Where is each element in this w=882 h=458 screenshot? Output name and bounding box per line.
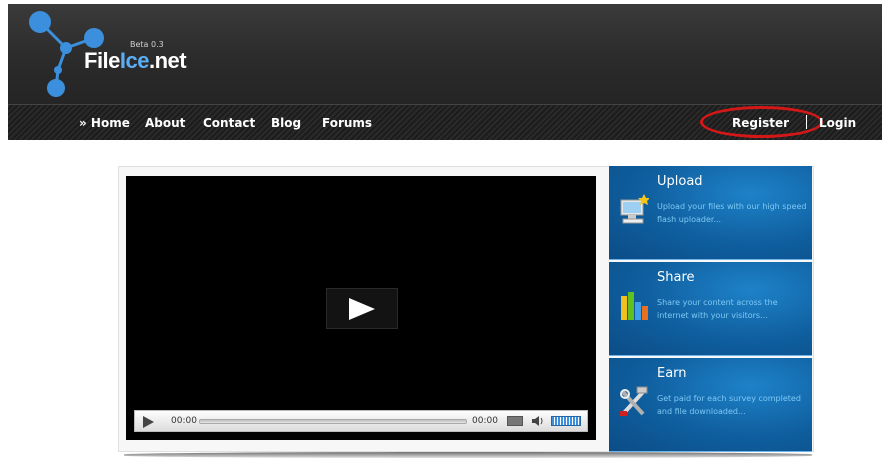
nav-divider [806, 115, 807, 129]
time-total: 00:00 [472, 416, 498, 426]
site-logo[interactable]: Beta 0.3 FileIce.net [26, 8, 226, 104]
share-panel[interactable]: Share Share your content across the inte… [609, 262, 812, 356]
logo-ice-text: Ice [119, 48, 150, 73]
logo-net-text: .net [149, 48, 187, 73]
nav-login[interactable]: Login [819, 116, 856, 130]
logo-file-text: File [84, 48, 120, 73]
earn-desc: Get paid for each survey completed and f… [657, 394, 801, 416]
nav-contact[interactable]: Contact [203, 116, 255, 130]
nav-forums[interactable]: Forums [322, 116, 372, 130]
tools-icon [620, 386, 648, 416]
upload-panel[interactable]: Upload Upload your files with our high s… [609, 166, 812, 260]
earn-panel[interactable]: Earn Get paid for each survey completed … [609, 358, 812, 452]
fullscreen-icon[interactable] [507, 416, 523, 426]
bottom-shadow-divider [124, 452, 812, 458]
video-controls: 00:00 00:00 [134, 410, 588, 432]
nav-blog[interactable]: Blog [271, 116, 301, 130]
bar-chart-icon [621, 292, 648, 320]
video-player[interactable]: 00:00 00:00 [126, 176, 596, 440]
share-desc: Share your content across the internet w… [657, 298, 778, 320]
site-header: Beta 0.3 FileIce.net [8, 4, 882, 104]
computer-upload-icon [620, 194, 649, 224]
logo-wordmark: FileIce.net [84, 48, 187, 74]
control-play-icon[interactable] [143, 416, 154, 428]
upload-title: Upload [657, 174, 703, 189]
nav-about[interactable]: About [145, 116, 185, 130]
page: Beta 0.3 FileIce.net » Home About Contac… [0, 0, 882, 458]
upload-desc: Upload your files with our high speed fl… [657, 202, 807, 224]
time-current: 00:00 [171, 416, 197, 426]
big-play-button[interactable] [326, 288, 398, 329]
seek-bar[interactable] [199, 419, 467, 424]
volume-icon[interactable] [531, 415, 545, 427]
nav-home[interactable]: » Home [79, 116, 130, 130]
volume-slider[interactable] [551, 416, 581, 426]
nav-register[interactable]: Register [732, 116, 789, 130]
main-nav: » Home About Contact Blog Forums Registe… [8, 104, 882, 140]
earn-title: Earn [657, 366, 687, 381]
share-title: Share [657, 270, 695, 285]
play-icon [349, 298, 375, 320]
